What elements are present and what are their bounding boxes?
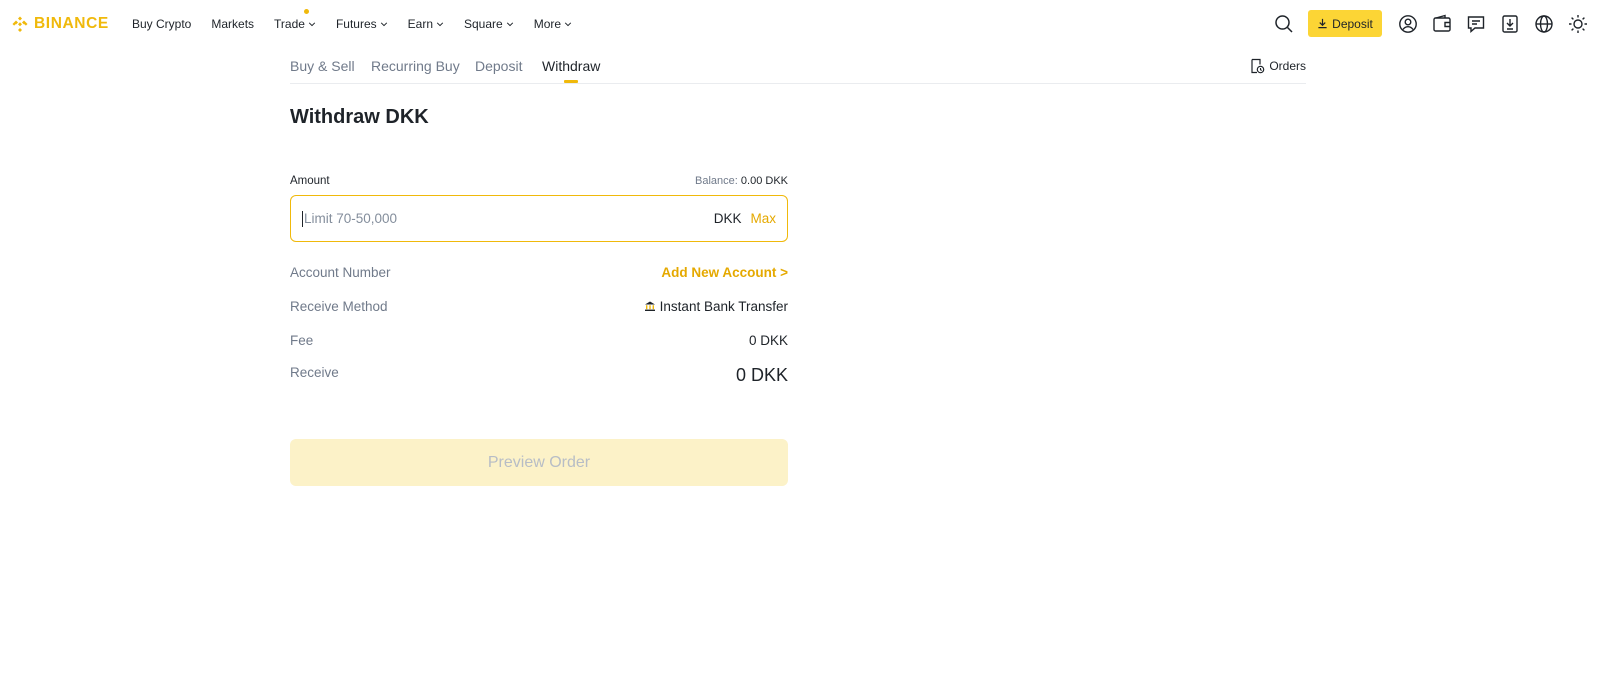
max-button[interactable]: Max [750, 211, 776, 226]
notification-dot [304, 9, 310, 14]
receive-label: Receive [290, 365, 339, 380]
orders-icon [1251, 58, 1265, 74]
page-title: Withdraw DKK [290, 106, 429, 128]
nav-more[interactable]: More [534, 17, 572, 31]
deposit-button-label: Deposit [1332, 16, 1373, 31]
account-number-row: Account Number Add New Account > [290, 262, 788, 282]
amount-currency: DKK [713, 211, 742, 226]
nav-buy-crypto[interactable]: Buy Crypto [132, 17, 191, 31]
receive-method-row: Receive Method Instant Bank Transfer [290, 296, 788, 316]
globe-icon[interactable] [1534, 14, 1554, 34]
add-new-account-link[interactable]: Add New Account > [661, 265, 788, 280]
search-icon[interactable] [1274, 14, 1294, 34]
receive-method-text: Instant Bank Transfer [659, 298, 788, 314]
top-navbar: BINANCE Buy Crypto Markets Trade Futures… [0, 0, 1600, 48]
nav-label: Square [464, 17, 503, 31]
fee-value: 0 DKK [748, 332, 788, 348]
chevron-down-icon [380, 22, 387, 27]
receive-row: Receive 0 DKK [290, 365, 788, 385]
amount-field[interactable]: DKK Max [290, 195, 788, 242]
nav-futures[interactable]: Futures [336, 17, 388, 31]
nav-label: Markets [211, 17, 255, 31]
balance-value: 0.00 DKK [740, 175, 788, 187]
bank-icon [644, 301, 655, 311]
fee-row: Fee 0 DKK [290, 330, 788, 350]
brand-name: BINANCE [34, 15, 109, 32]
nav-markets[interactable]: Markets [211, 17, 254, 31]
download-icon [1318, 18, 1327, 29]
app-download-icon[interactable] [1500, 14, 1520, 34]
receive-method-value: Instant Bank Transfer [644, 299, 788, 314]
main-nav: Buy Crypto Markets Trade Futures Earn Sq… [132, 0, 592, 48]
nav-label: Futures [335, 17, 377, 31]
preview-order-button[interactable]: Preview Order [290, 439, 788, 486]
tab-deposit[interactable]: Deposit [475, 58, 522, 74]
messages-icon[interactable] [1466, 14, 1486, 34]
binance-logo-icon [12, 16, 28, 32]
nav-label: Earn [407, 17, 433, 31]
chevron-down-icon [506, 22, 513, 27]
user-icon[interactable] [1398, 14, 1418, 34]
fee-label: Fee [290, 332, 314, 348]
amount-label: Amount [290, 175, 330, 187]
nav-label: Trade [274, 17, 305, 31]
amount-input[interactable] [302, 210, 714, 227]
chevron-down-icon [436, 22, 444, 27]
chevron-down-icon [308, 22, 316, 27]
nav-label: Buy Crypto [132, 17, 192, 31]
sub-tabs: Buy & Sell Recurring Buy Deposit Withdra… [290, 56, 1306, 84]
nav-trade[interactable]: Trade [274, 9, 316, 31]
chevron-down-icon [564, 22, 572, 27]
receive-method-label: Receive Method [290, 298, 388, 314]
theme-sun-icon[interactable] [1568, 14, 1588, 34]
tab-withdraw[interactable]: Withdraw [542, 58, 601, 83]
receive-value: 0 DKK [735, 364, 788, 385]
orders-label: Orders [1269, 59, 1306, 73]
active-tab-indicator [564, 80, 579, 83]
binance-logo[interactable]: BINANCE [10, 13, 109, 35]
deposit-button[interactable]: Deposit [1308, 10, 1382, 37]
tab-label: Withdraw [542, 58, 601, 74]
nav-label: More [533, 17, 562, 31]
wallet-icon[interactable] [1432, 14, 1452, 34]
nav-earn[interactable]: Earn [408, 17, 444, 31]
account-number-label: Account Number [290, 264, 391, 280]
balance-label: Balance: [695, 175, 738, 187]
tab-buy-sell[interactable]: Buy & Sell [290, 58, 355, 74]
orders-link[interactable]: Orders [1249, 58, 1306, 74]
balance-text: Balance: 0.00 DKK [640, 175, 788, 187]
nav-square[interactable]: Square [464, 17, 514, 31]
tab-recurring-buy[interactable]: Recurring Buy [371, 58, 460, 74]
